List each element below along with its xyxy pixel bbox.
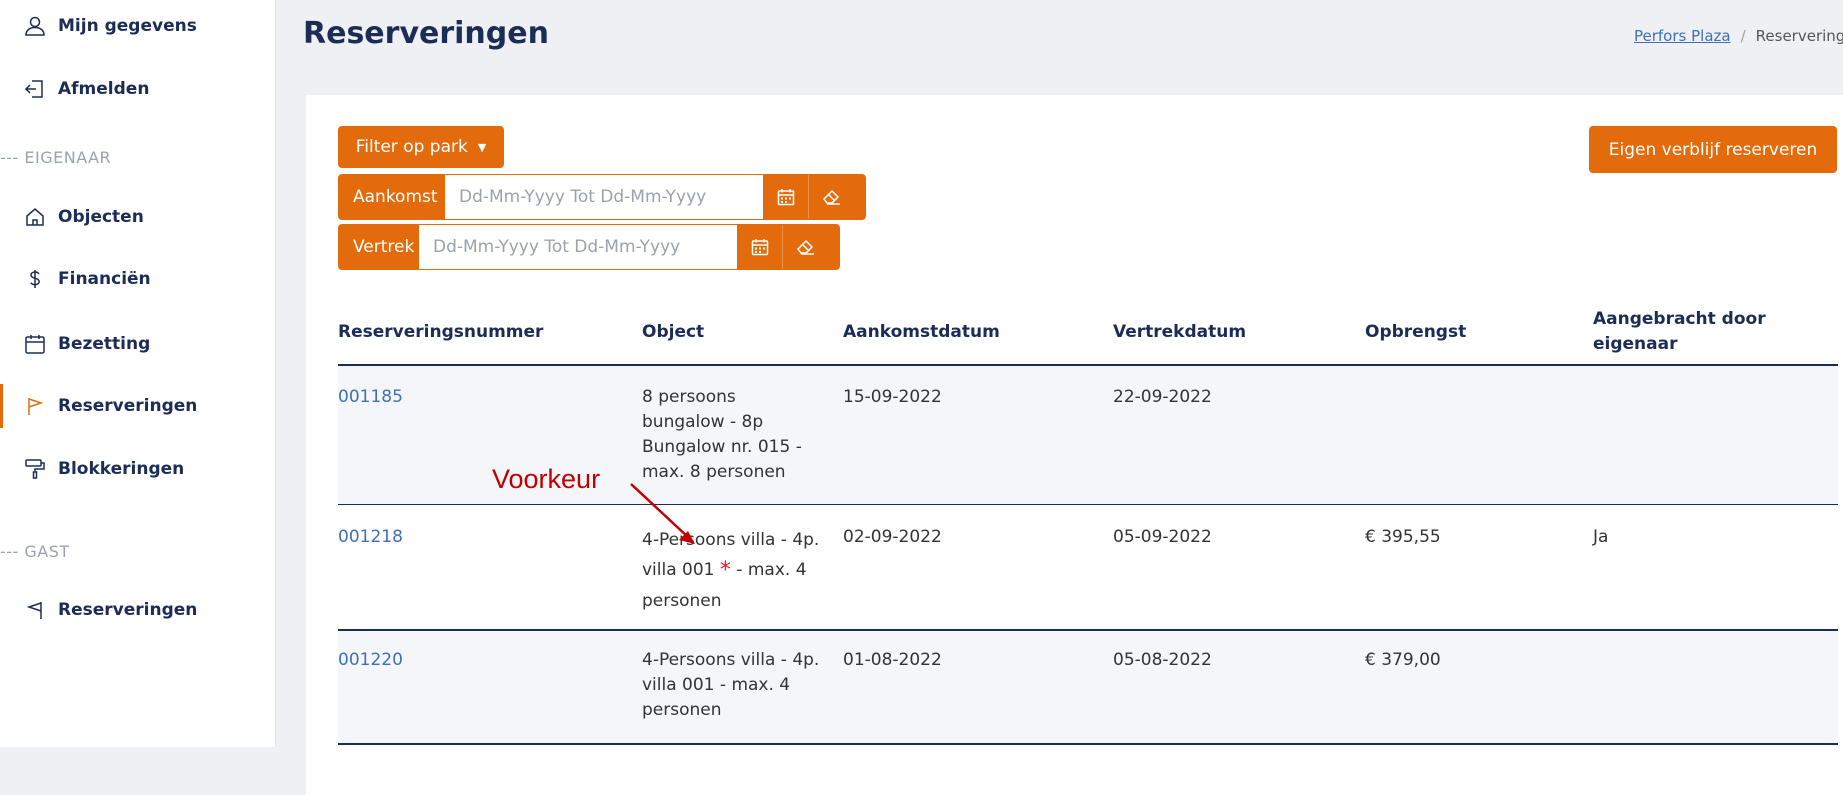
sidebar-item-blokkeringen[interactable]: Blokkeringen xyxy=(0,447,275,491)
sidebar-item-label: Bezetting xyxy=(58,334,151,354)
flag-icon xyxy=(24,395,46,417)
departure-date: 22-09-2022 xyxy=(1113,387,1212,407)
reservation-number-link[interactable]: 001218 xyxy=(338,525,403,550)
departure-date: 05-08-2022 xyxy=(1113,650,1212,670)
sidebar-item-label: Blokkeringen xyxy=(58,459,185,479)
object-cell: 4-Persoons villa - 4p. villa 001 - max. … xyxy=(642,650,820,720)
caret-down-icon: ▼ xyxy=(477,140,487,154)
column-header-object[interactable]: Object xyxy=(642,320,704,345)
calendar-icon[interactable] xyxy=(763,175,808,219)
section-label-eigenaar: --- EIGENAAR xyxy=(0,148,112,167)
paint-roller-icon xyxy=(24,458,46,480)
calendar-icon xyxy=(24,333,46,355)
reserve-own-stay-button[interactable]: Eigen verblijf reserveren xyxy=(1589,126,1837,173)
sidebar-item-reserveringen[interactable]: Reserveringen xyxy=(0,384,278,428)
table-row[interactable] xyxy=(338,505,1838,629)
sidebar-item-label: Mijn gegevens xyxy=(58,16,197,36)
home-icon xyxy=(24,206,46,228)
sidebar-item-label: Objecten xyxy=(58,207,144,227)
sidebar: Mijn gegevens Afmelden --- EIGENAAR Obje… xyxy=(0,0,276,747)
by-owner: Ja xyxy=(1593,527,1609,547)
reservation-number-link[interactable]: 001220 xyxy=(338,648,403,673)
breadcrumb-current: Reservering xyxy=(1755,27,1843,45)
sidebar-item-objecten[interactable]: Objecten xyxy=(0,195,275,239)
dollar-icon xyxy=(24,268,46,290)
section-label-gast: --- GAST xyxy=(0,542,70,561)
filter-park-button[interactable]: Filter op park ▼ xyxy=(338,126,504,168)
breadcrumb-separator: / xyxy=(1740,27,1746,45)
arrival-label: Aankomst xyxy=(353,187,438,207)
arrival-date-filter: Aankomst xyxy=(338,174,866,220)
reserve-own-stay-label: Eigen verblijf reserveren xyxy=(1608,139,1818,160)
column-header-arrival[interactable]: Aankomstdatum xyxy=(843,320,1000,345)
departure-date-filter: Vertrek xyxy=(338,224,840,270)
column-header-revenue[interactable]: Opbrengst xyxy=(1365,320,1466,345)
object-cell: 8 persoons bungalow - 8p Bungalow nr. 01… xyxy=(642,387,802,482)
filter-park-label: Filter op park xyxy=(355,137,468,157)
column-header-reservation-number[interactable]: Reserveringsnummer xyxy=(338,320,543,345)
arrival-date-input[interactable] xyxy=(445,175,763,219)
arrival-date: 15-09-2022 xyxy=(843,387,942,407)
reservation-number-link[interactable]: 001185 xyxy=(338,385,403,410)
revenue: € 379,00 xyxy=(1365,650,1441,670)
page-title: Reserveringen xyxy=(303,16,549,51)
departure-label: Vertrek xyxy=(353,237,415,257)
breadcrumb: Perfors Plaza / Reservering xyxy=(1634,27,1843,45)
sidebar-item-label: Financiën xyxy=(58,269,151,289)
table-row[interactable] xyxy=(338,631,1838,743)
departure-date: 05-09-2022 xyxy=(1113,527,1212,547)
sidebar-item-financien[interactable]: Financiën xyxy=(0,257,275,301)
eraser-icon[interactable] xyxy=(808,175,854,219)
preference-star-icon: * xyxy=(719,558,731,583)
revenue: € 395,55 xyxy=(1365,527,1441,547)
flag-icon xyxy=(24,599,46,621)
sidebar-item-label: Reserveringen xyxy=(58,600,198,620)
user-icon xyxy=(24,15,46,37)
annotation-label: Voorkeur xyxy=(492,464,601,494)
column-header-departure[interactable]: Vertrekdatum xyxy=(1113,320,1246,345)
column-header-by-owner[interactable]: Aangebracht door eigenaar xyxy=(1593,307,1813,357)
arrival-date: 01-08-2022 xyxy=(843,650,942,670)
sidebar-item-bezetting[interactable]: Bezetting xyxy=(0,322,275,366)
departure-date-input[interactable] xyxy=(419,225,737,269)
sidebar-item-label: Afmelden xyxy=(58,79,150,99)
sidebar-item-label: Reserveringen xyxy=(58,396,198,416)
logout-icon xyxy=(24,78,46,100)
row-divider xyxy=(338,743,1838,745)
breadcrumb-link-park[interactable]: Perfors Plaza xyxy=(1634,27,1731,45)
eraser-icon[interactable] xyxy=(782,225,828,269)
sidebar-item-afmelden[interactable]: Afmelden xyxy=(0,67,275,111)
sidebar-item-mijn-gegevens[interactable]: Mijn gegevens xyxy=(0,4,275,48)
annotation-arrow-icon xyxy=(630,483,695,544)
arrival-date: 02-09-2022 xyxy=(843,527,942,547)
sidebar-item-gast-reserveringen[interactable]: Reserveringen xyxy=(0,588,275,632)
calendar-icon[interactable] xyxy=(737,225,782,269)
